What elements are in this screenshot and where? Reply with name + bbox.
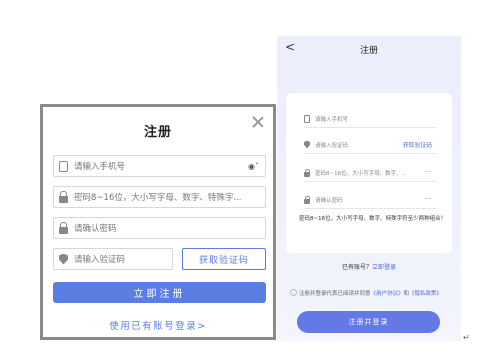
- shield-icon: [59, 253, 68, 265]
- password-hint: 密码8~16位，大小写字母、数字、特殊字符至少两种组合！: [299, 216, 447, 222]
- code-placeholder: 请输入验证码: [74, 255, 126, 265]
- user-agreement-link[interactable]: 《用户协议》: [371, 291, 404, 297]
- confirm-password-input[interactable]: 请确认密码: [53, 217, 266, 239]
- mobile-get-code-button[interactable]: 获取验证码: [403, 140, 432, 149]
- code-input[interactable]: 请输入验证码: [53, 248, 173, 270]
- have-account-row: 已有账号？立即登录: [277, 262, 461, 271]
- mobile-code-placeholder: 请输入验证码: [315, 142, 349, 149]
- lock-icon: [59, 221, 68, 234]
- password-placeholder: 密码8~16位，大小写字母、数字、特殊字...: [74, 193, 242, 203]
- lock-icon: [304, 168, 310, 177]
- phone-icon: [304, 114, 310, 123]
- agree-prefix: 注册并登录代表已阅读并同意: [299, 291, 371, 297]
- mobile-confirm-input[interactable]: 请确认密码 ···: [304, 191, 436, 209]
- mobile-password-placeholder: 密码8~16位，大小写字母、数字、...: [315, 170, 407, 177]
- mobile-code-input[interactable]: 请输入验证码 获取验证码: [304, 136, 436, 154]
- paragraph-mark: ↵: [463, 333, 470, 342]
- mobile-phone-placeholder: 请输入手机号: [315, 116, 349, 123]
- mobile-login-link[interactable]: 立即登录: [372, 264, 396, 271]
- register-button[interactable]: 立即注册: [53, 282, 266, 303]
- phone-input[interactable]: 请输入手机号 ◉˅: [53, 155, 266, 177]
- login-link[interactable]: 使用已有账号登录>: [43, 318, 273, 332]
- mobile-phone-input[interactable]: 请输入手机号: [304, 110, 436, 128]
- mobile-title: 注册: [359, 46, 378, 56]
- confirm-placeholder: 请确认密码: [74, 224, 117, 234]
- mobile-confirm-placeholder: 请确认密码: [315, 197, 343, 204]
- dialog-title: 注册: [143, 125, 172, 140]
- agreement-row: 注册并登录代表已阅读并同意《用户协议》和《隐私政策》: [290, 289, 446, 298]
- register-dialog: 注册 请输入手机号 ◉˅ 密码8~16位，大小写字母、数字、特殊字... 请确认…: [40, 104, 276, 340]
- privacy-policy-link[interactable]: 《隐私政策》: [409, 291, 442, 297]
- phone-placeholder: 请输入手机号: [74, 162, 126, 172]
- password-input[interactable]: 密码8~16位，大小写字母、数字、特殊字...: [53, 186, 266, 208]
- mobile-screen: < 注册 请输入手机号 请输入验证码 获取验证码 密码8~16位，大小写字母、数…: [277, 36, 461, 341]
- agree-checkbox[interactable]: [290, 289, 297, 296]
- phone-icon: [59, 160, 68, 172]
- password-visibility-toggle[interactable]: ···: [425, 169, 432, 176]
- shield-icon: [304, 140, 310, 149]
- confirm-visibility-toggle[interactable]: ···: [425, 196, 432, 203]
- mobile-password-input[interactable]: 密码8~16位，大小写字母、数字、... ···: [304, 164, 436, 182]
- lock-icon: [59, 190, 68, 203]
- mobile-submit-button[interactable]: 注册并登录: [297, 311, 440, 333]
- lock-icon: [304, 195, 310, 204]
- have-account-text: 已有账号？: [341, 264, 372, 271]
- eye-icon[interactable]: ◉˅: [248, 162, 259, 171]
- get-code-button[interactable]: 获取验证码: [182, 248, 266, 270]
- form-card: 请输入手机号 请输入验证码 获取验证码 密码8~16位，大小写字母、数字、...…: [286, 93, 452, 253]
- close-icon[interactable]: [251, 115, 265, 129]
